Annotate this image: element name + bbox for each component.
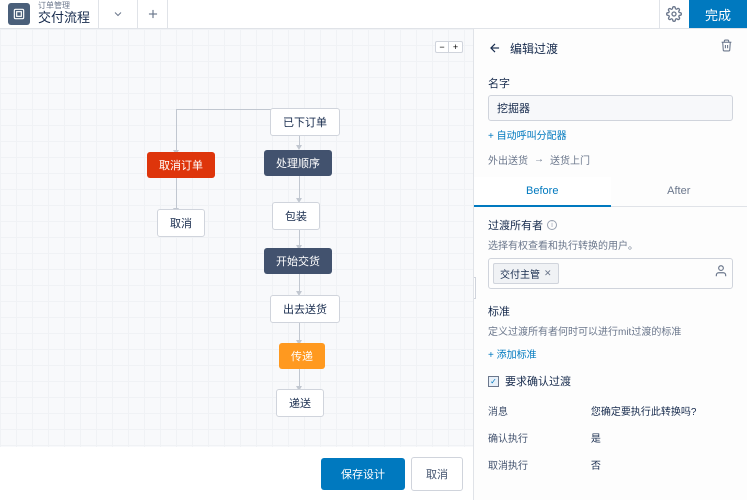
node-process[interactable]: 处理顺序 xyxy=(264,150,332,176)
header-title-group: 订单管理 交付流程 xyxy=(0,0,98,28)
owner-help: 选择有权查看和执行转换的用户。 xyxy=(488,237,733,252)
node-deliver[interactable]: 递送 xyxy=(276,389,324,417)
cancel-exec-value: 否 xyxy=(591,457,733,472)
settings-button[interactable] xyxy=(659,0,689,28)
cancel-exec-label: 取消执行 xyxy=(488,457,591,472)
cancel-button[interactable]: 取消 xyxy=(411,457,463,491)
node-start-deliver[interactable]: 开始交货 xyxy=(264,248,332,274)
transition-to: 送货上门 xyxy=(550,152,590,167)
header-title: 交付流程 xyxy=(38,11,90,25)
confirm-check-label: 要求确认过渡 xyxy=(505,373,571,389)
node-cancel-order[interactable]: 取消订单 xyxy=(147,152,215,178)
workflow-canvas[interactable]: − + 已下订单 取消订单 处理顺序 取消 包装 开始交货 出去送货 传递 递送 xyxy=(0,29,473,447)
zoom-in-button[interactable]: + xyxy=(449,41,463,53)
arrow-right-icon: → xyxy=(534,154,544,165)
collapse-panel-button[interactable]: › xyxy=(473,277,476,299)
user-picker-icon[interactable] xyxy=(714,264,728,283)
zoom-controls: − + xyxy=(435,41,463,53)
message-label: 消息 xyxy=(488,403,591,418)
owner-label: 过渡所有者 i xyxy=(488,217,733,233)
name-label: 名字 xyxy=(488,75,733,91)
zoom-out-button[interactable]: − xyxy=(435,41,449,53)
remove-chip-icon[interactable]: ✕ xyxy=(544,268,552,279)
app-icon xyxy=(8,3,30,25)
add-button[interactable] xyxy=(138,0,168,28)
node-out-ship[interactable]: 出去送货 xyxy=(270,295,340,323)
owner-chip: 交付主管 ✕ xyxy=(493,263,559,284)
tab-after[interactable]: After xyxy=(611,177,747,207)
criteria-help: 定义过渡所有者何时可以进行mit过渡的标准 xyxy=(488,323,733,338)
delete-button[interactable] xyxy=(720,39,733,57)
transition-from: 外出送货 xyxy=(488,152,528,167)
name-input[interactable] xyxy=(488,95,733,121)
tab-before[interactable]: Before xyxy=(474,177,611,207)
node-transfer[interactable]: 传递 xyxy=(279,343,325,369)
confirm-settings: 消息 您确定要执行此转换吗? 确认执行 是 取消执行 否 xyxy=(488,397,733,478)
edit-transition-panel: › 编辑过渡 名字 + 自动呼叫分配器 外出送货 → 送货上门 Before A… xyxy=(473,29,747,500)
node-cancel[interactable]: 取消 xyxy=(157,209,205,237)
confirm-checkbox-row[interactable]: ✓ 要求确认过渡 xyxy=(488,373,733,389)
edge xyxy=(176,173,177,210)
auto-dispatcher-link[interactable]: + 自动呼叫分配器 xyxy=(488,127,567,142)
edge xyxy=(176,109,177,152)
message-value: 您确定要执行此转换吗? xyxy=(591,403,733,418)
confirm-exec-value: 是 xyxy=(591,430,733,445)
checkbox-icon[interactable]: ✓ xyxy=(488,376,499,387)
app-header: 订单管理 交付流程 完成 xyxy=(0,0,747,29)
info-icon[interactable]: i xyxy=(547,220,557,230)
owner-select[interactable]: 交付主管 ✕ xyxy=(488,258,733,289)
save-design-button[interactable]: 保存设计 xyxy=(321,458,405,490)
confirm-exec-label: 确认执行 xyxy=(488,430,591,445)
node-packing[interactable]: 包装 xyxy=(272,202,320,230)
tabs: Before After xyxy=(474,177,747,207)
workflow-dropdown[interactable] xyxy=(98,0,138,28)
criteria-label: 标准 xyxy=(488,303,733,319)
node-placed[interactable]: 已下订单 xyxy=(270,108,340,136)
back-button[interactable] xyxy=(488,41,502,55)
done-button[interactable]: 完成 xyxy=(689,0,747,28)
add-criteria-link[interactable]: + 添加标准 xyxy=(488,346,537,361)
footer-bar: 保存设计 取消 xyxy=(0,447,473,500)
transition-flow: 外出送货 → 送货上门 xyxy=(488,152,733,167)
panel-title: 编辑过渡 xyxy=(510,40,712,57)
